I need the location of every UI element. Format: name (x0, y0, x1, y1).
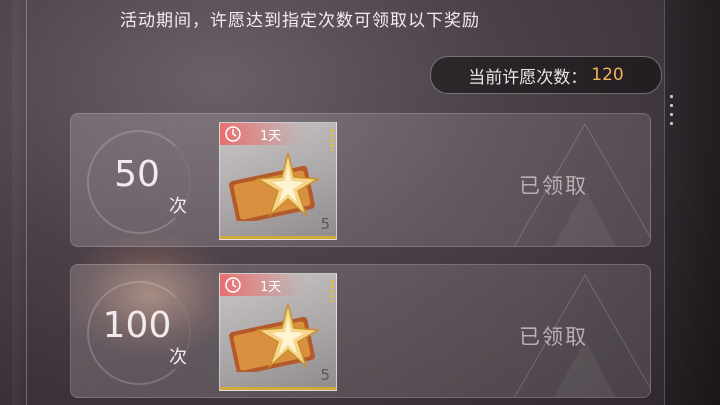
rarity-bar (220, 236, 336, 239)
reward-row: 50 次 1天 5 已领取 (70, 113, 651, 247)
right-frame (664, 0, 720, 405)
event-description: 活动期间，许愿达到指定次数可领取以下奖励 (120, 11, 480, 31)
rarity-marker (331, 280, 334, 302)
claimed-status: 已领取 (519, 174, 588, 198)
threshold-unit: 次 (169, 196, 187, 217)
duration-label: 1天 (260, 128, 282, 144)
left-frame (12, 0, 27, 405)
wish-count-label: 当前许愿次数： (468, 67, 588, 88)
star-ticket-icon (229, 152, 321, 221)
threshold-number: 100 (102, 305, 172, 346)
claimed-status: 已领取 (519, 325, 588, 349)
reward-item[interactable]: 1天 5 (219, 273, 337, 391)
clock-icon (225, 126, 241, 142)
threshold-number: 50 (114, 154, 160, 195)
reward-item[interactable]: 1天 5 (219, 122, 337, 240)
threshold-unit: 次 (169, 347, 187, 368)
duration-tag: 1天 (220, 274, 304, 296)
reward-row: 100 次 1天 5 已领取 (70, 264, 651, 398)
duration-label: 1天 (260, 279, 282, 295)
rarity-bar (220, 387, 336, 390)
wish-count-value: 120 (591, 65, 624, 85)
star-ticket-icon (229, 303, 321, 372)
item-quantity: 5 (320, 215, 330, 233)
item-quantity: 5 (320, 366, 330, 384)
duration-tag: 1天 (220, 123, 304, 145)
rarity-marker (331, 129, 334, 151)
frame-ticks (670, 95, 674, 135)
wish-count-display: 当前许愿次数： 120 (430, 56, 662, 94)
clock-icon (225, 277, 241, 293)
